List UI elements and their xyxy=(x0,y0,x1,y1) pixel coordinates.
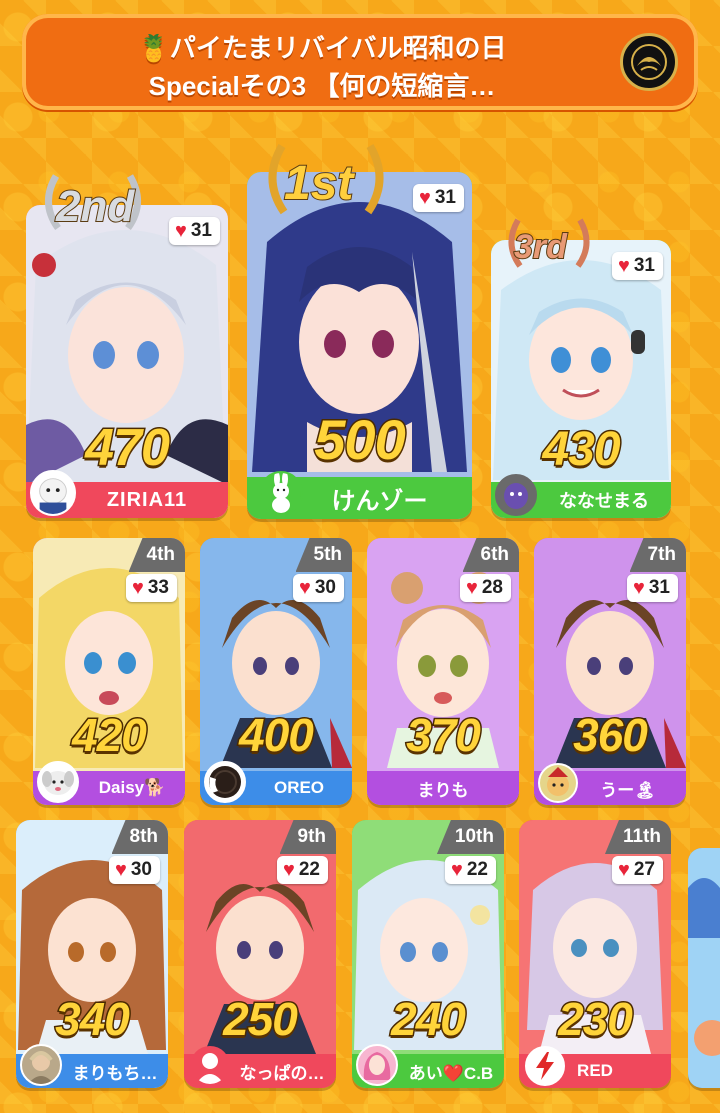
rank-label: 1st xyxy=(283,156,354,211)
ranking-card-1st[interactable]: ♥ 31 500 けんゾー xyxy=(247,172,472,519)
rank-laurel-3rd: 3rd xyxy=(504,214,594,274)
viewer-avatar[interactable] xyxy=(20,1044,62,1086)
ranking-card-11th[interactable]: 11th ♥ 27 230 RED xyxy=(519,820,671,1088)
likes-count: 31 xyxy=(633,255,655,276)
likes-badge: ♥ 28 xyxy=(459,574,511,602)
heart-icon: ♥ xyxy=(114,859,127,881)
score-value: 420 xyxy=(71,708,149,763)
likes-badge: ♥ 31 xyxy=(611,252,663,280)
likes-count: 22 xyxy=(466,859,488,880)
viewer-avatar[interactable] xyxy=(259,471,303,515)
viewer-avatar[interactable] xyxy=(356,1044,398,1086)
heart-icon: ♥ xyxy=(617,255,630,277)
viewer-avatar[interactable] xyxy=(30,470,76,516)
likes-count: 30 xyxy=(130,859,152,880)
heart-icon: ♥ xyxy=(418,187,431,209)
viewer-name: なっぱの… xyxy=(239,1063,325,1083)
viewer-avatar[interactable] xyxy=(37,761,79,803)
score-value: 370 xyxy=(405,708,483,763)
likes-count: 31 xyxy=(190,220,212,241)
heart-icon: ♥ xyxy=(298,577,311,599)
score-value: 500 xyxy=(313,407,407,473)
likes-count: 31 xyxy=(648,577,670,598)
likes-badge: ♥ 33 xyxy=(125,574,177,602)
ranking-card-partial[interactable] xyxy=(688,848,720,1088)
ranking-card-10th[interactable]: 10th ♥ 22 240 あい❤️C.B xyxy=(352,820,504,1088)
likes-count: 31 xyxy=(434,187,456,208)
likes-badge: ♥ 22 xyxy=(276,856,328,884)
likes-badge: ♥ 30 xyxy=(108,856,160,884)
likes-count: 22 xyxy=(298,859,320,880)
score-value: 470 xyxy=(84,418,172,479)
viewer-name: まりも xyxy=(417,780,469,800)
score-value: 400 xyxy=(238,708,316,763)
ranking-card-9th[interactable]: 9th ♥ 22 250 なっぱの… xyxy=(184,820,336,1088)
family-crest-icon[interactable] xyxy=(620,33,678,91)
rank-laurel-2nd: 2nd xyxy=(38,168,148,238)
viewer-avatar[interactable] xyxy=(538,763,578,803)
ranking-card-2nd[interactable]: ♥ 31 470 ZIRIA11 xyxy=(26,205,228,518)
heart-icon: ♥ xyxy=(131,577,144,599)
score-value: 430 xyxy=(541,422,622,478)
rank-label: 2nd xyxy=(55,181,135,232)
score-value: 250 xyxy=(222,992,300,1047)
likes-badge: ♥ 31 xyxy=(168,217,220,245)
score-value: 240 xyxy=(390,992,468,1047)
likes-badge: ♥ 27 xyxy=(611,856,663,884)
score-value: 340 xyxy=(54,992,132,1047)
likes-count: 30 xyxy=(314,577,336,598)
viewer-avatar[interactable] xyxy=(495,474,537,516)
score-value: 230 xyxy=(557,992,635,1047)
ranking-card-8th[interactable]: 8th ♥ 30 340 まりもち… xyxy=(16,820,168,1088)
likes-count: 33 xyxy=(147,577,169,598)
ranking-card-4th[interactable]: 4th ♥ 33 420 Daisy🐕 xyxy=(33,538,185,805)
lightning-icon[interactable] xyxy=(525,1046,565,1086)
viewer-name: あい❤️C.B xyxy=(408,1063,494,1083)
default-user-icon[interactable] xyxy=(190,1046,230,1086)
ranking-card-5th[interactable]: 5th ♥ 30 400 OREO xyxy=(200,538,352,805)
viewer-avatar[interactable] xyxy=(204,761,246,803)
rank-label: 3rd xyxy=(513,227,568,267)
likes-count: 27 xyxy=(633,859,655,880)
likes-count: 28 xyxy=(481,577,503,598)
heart-icon: ♥ xyxy=(174,220,187,242)
heart-icon: ♥ xyxy=(282,859,295,881)
likes-badge: ♥ 22 xyxy=(444,856,496,884)
viewer-name: けんゾー xyxy=(331,487,428,515)
viewer-name: RED xyxy=(577,1061,613,1080)
viewer-name: うー🏝 xyxy=(600,780,656,800)
stream-title-banner: 🍍パイたまリバイバル昭和の日 Specialその3 【何の短縮言… xyxy=(22,14,698,110)
heart-icon: ♥ xyxy=(465,577,478,599)
ranking-card-3rd[interactable]: ♥ 31 430 ななせまる xyxy=(491,240,671,518)
likes-badge: ♥ 31 xyxy=(626,574,678,602)
viewer-name: Daisy🐕 xyxy=(98,778,166,797)
likes-badge: ♥ 31 xyxy=(412,184,464,212)
viewer-name: まりもち… xyxy=(72,1063,158,1083)
heart-icon: ♥ xyxy=(450,859,463,881)
stream-title-line1: 🍍パイたまリバイバル昭和の日 xyxy=(137,33,507,63)
stream-title-line2: Specialその3 【何の短縮言… xyxy=(148,71,496,101)
viewer-name: ZIRIA11 xyxy=(106,488,188,511)
likes-badge: ♥ 30 xyxy=(292,574,344,602)
heart-icon: ♥ xyxy=(617,859,630,881)
viewer-name: OREO xyxy=(273,778,325,797)
ranking-card-7th[interactable]: 7th ♥ 31 360 うー🏝 xyxy=(534,538,686,805)
character-portrait xyxy=(688,848,720,1088)
score-value: 360 xyxy=(572,708,650,763)
heart-icon: ♥ xyxy=(632,577,645,599)
ranking-card-6th[interactable]: 6th ♥ 28 370 まりも xyxy=(367,538,519,805)
viewer-name: ななせまる xyxy=(559,491,649,511)
rank-laurel-1st: 1st xyxy=(262,140,390,220)
name-bar: まりも xyxy=(367,771,519,805)
